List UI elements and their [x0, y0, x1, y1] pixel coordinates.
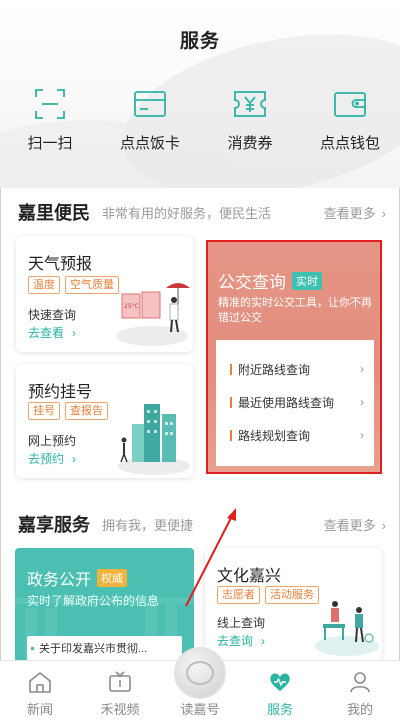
weather-illustration: 25°C — [116, 283, 190, 346]
chevron-right-icon: › — [261, 634, 266, 648]
bullet-bar — [230, 429, 232, 441]
realtime-badge: 实时 — [292, 271, 322, 290]
gov-card-header: 政务公开 权威 — [27, 566, 128, 590]
culture-card[interactable]: 文化嘉兴 志愿者 活动服务 线上查询 去查询 › — [205, 548, 382, 660]
tv-icon — [109, 671, 131, 692]
tag: 志愿者 — [217, 586, 260, 604]
quick-action-label: 扫一扫 — [27, 135, 73, 152]
link-label: 去查看 — [28, 326, 65, 340]
bus-card-header: 公交查询 实时 — [218, 268, 322, 293]
tag-group: 温度 空气质量 — [28, 276, 119, 294]
nav-label: 我的 — [346, 702, 373, 717]
card-description: 网上预约 — [28, 434, 77, 448]
view-more-label: 查看更多 — [323, 517, 376, 533]
tag-group: 志愿者 活动服务 — [217, 586, 319, 604]
tag-group: 挂号 查报告 — [28, 402, 108, 420]
section-header-enjoy: 嘉享服务 拥有我，更便捷 查看更多 › — [18, 512, 386, 536]
card-title: 预约挂号 — [28, 384, 93, 401]
card-title: 公交查询 — [218, 273, 286, 292]
scan-icon — [35, 89, 65, 119]
weather-go-link[interactable]: 去查看 › — [28, 324, 76, 341]
nav-item-service[interactable]: 服务 — [240, 661, 320, 722]
coupon-icon — [234, 91, 266, 117]
bottom-nav: 新闻 禾视频 读嘉号 服务 我的 — [0, 647, 400, 722]
section-subtitle: 拥有我，更便捷 — [102, 517, 194, 533]
culture-illustration — [315, 601, 379, 656]
quick-action-coupon[interactable]: 消费券 — [205, 86, 295, 156]
quick-action-label: 消费券 — [227, 135, 273, 152]
view-more-link[interactable]: 查看更多 › — [324, 203, 386, 222]
option-label: 最近使用路线查询 — [238, 395, 335, 410]
card-description: 线上查询 — [217, 616, 266, 630]
link-label: 去查询 — [217, 634, 254, 648]
nav-item-video[interactable]: 禾视频 — [80, 661, 160, 722]
bus-options-list: 附近路线查询 › 最近使用路线查询 › 路线规划查询 › — [216, 340, 374, 466]
logo-mark — [186, 661, 214, 685]
tag: 查报告 — [65, 402, 108, 420]
section-title: 嘉享服务 — [18, 515, 90, 535]
weather-card[interactable]: 天气预报 温度 空气质量 快速查询 去查看 › 25°C — [16, 236, 193, 352]
quick-action-wallet[interactable]: 点点钱包 — [305, 86, 395, 156]
culture-go-link[interactable]: 去查询 › — [217, 632, 265, 649]
quick-action-scan[interactable]: 扫一扫 — [5, 86, 95, 156]
appointment-go-link[interactable]: 去预约 › — [28, 450, 76, 467]
view-more-label: 查看更多 — [323, 205, 376, 221]
bus-option-plan[interactable]: 路线规划查询 › — [230, 426, 364, 444]
chevron-right-icon: › — [381, 205, 386, 221]
section-header-convenience: 嘉里便民 非常有用的好服务，便民生活 查看更多 › — [18, 200, 386, 224]
view-more-link[interactable]: 查看更多 › — [324, 515, 386, 534]
bullet-bar — [230, 363, 232, 375]
option-label: 附近路线查询 — [238, 362, 311, 377]
page-title: 服务 — [179, 31, 220, 52]
quick-action-meal-card[interactable]: 点点饭卡 — [105, 86, 195, 156]
user-icon — [350, 672, 370, 693]
nav-label: 服务 — [266, 702, 293, 717]
quick-action-label: 点点钱包 — [319, 135, 380, 152]
bus-query-card[interactable]: 公交查询 实时 精准的实时公交工具，让你不再错过公交 附近路线查询 › 最近使用… — [206, 240, 382, 474]
chevron-right-icon: › — [360, 428, 364, 442]
logo-icon — [174, 647, 226, 699]
nav-label: 禾视频 — [100, 702, 140, 717]
option-label: 路线规划查询 — [238, 428, 311, 443]
tag: 温度 — [28, 276, 60, 294]
nav-label: 读嘉号 — [180, 702, 220, 717]
nav-label: 新闻 — [26, 702, 53, 717]
card-description: 精准的实时公交工具，让你不再错过公交 — [218, 297, 372, 324]
card-title: 政务公开 — [27, 572, 92, 589]
tag: 空气质量 — [65, 276, 119, 294]
card-title: 文化嘉兴 — [217, 568, 282, 585]
chevron-right-icon: › — [360, 362, 364, 376]
chevron-right-icon: › — [381, 517, 386, 533]
home-icon — [29, 671, 51, 693]
news-title: 关于印发嘉兴市贯彻... — [39, 643, 148, 655]
gov-info-card[interactable]: 政务公开 权威 实时了解政府公布的信息 关于印发嘉兴市贯彻... — [15, 548, 194, 678]
illustration-temperature: 25°C — [124, 303, 139, 310]
chevron-right-icon: › — [72, 452, 77, 466]
nav-item-mine[interactable]: 我的 — [320, 661, 400, 722]
nav-item-news[interactable]: 新闻 — [0, 661, 80, 722]
heart-icon — [270, 673, 290, 691]
appointment-card[interactable]: 预约挂号 挂号 查报告 网上预约 去预约 › — [16, 364, 193, 478]
card-title: 天气预报 — [28, 256, 93, 273]
section-title: 嘉里便民 — [18, 203, 90, 223]
bullet-bar — [230, 396, 232, 408]
bus-option-recent[interactable]: 最近使用路线查询 › — [230, 393, 364, 411]
quick-action-label: 点点饭卡 — [119, 135, 180, 152]
bus-option-nearby[interactable]: 附近路线查询 › — [230, 360, 364, 378]
link-label: 去预约 — [28, 452, 65, 466]
hospital-illustration — [118, 404, 190, 475]
meal-card-icon — [134, 91, 166, 117]
header: 服务 扫一扫 点点饭卡 消费券 点点钱包 — [0, 0, 400, 188]
card-description: 快速查询 — [28, 308, 77, 322]
wallet-icon — [334, 92, 366, 117]
authority-badge: 权威 — [97, 569, 128, 587]
news-bullet — [31, 647, 34, 650]
card-description: 实时了解政府公布的信息 — [27, 594, 160, 608]
tag: 挂号 — [28, 402, 60, 420]
chevron-right-icon: › — [72, 326, 77, 340]
chevron-right-icon: › — [360, 395, 364, 409]
nav-item-dujia[interactable]: 读嘉号 — [160, 647, 240, 722]
quick-actions: 扫一扫 点点饭卡 消费券 点点钱包 — [0, 86, 400, 156]
section-subtitle: 非常有用的好服务，便民生活 — [102, 205, 272, 221]
